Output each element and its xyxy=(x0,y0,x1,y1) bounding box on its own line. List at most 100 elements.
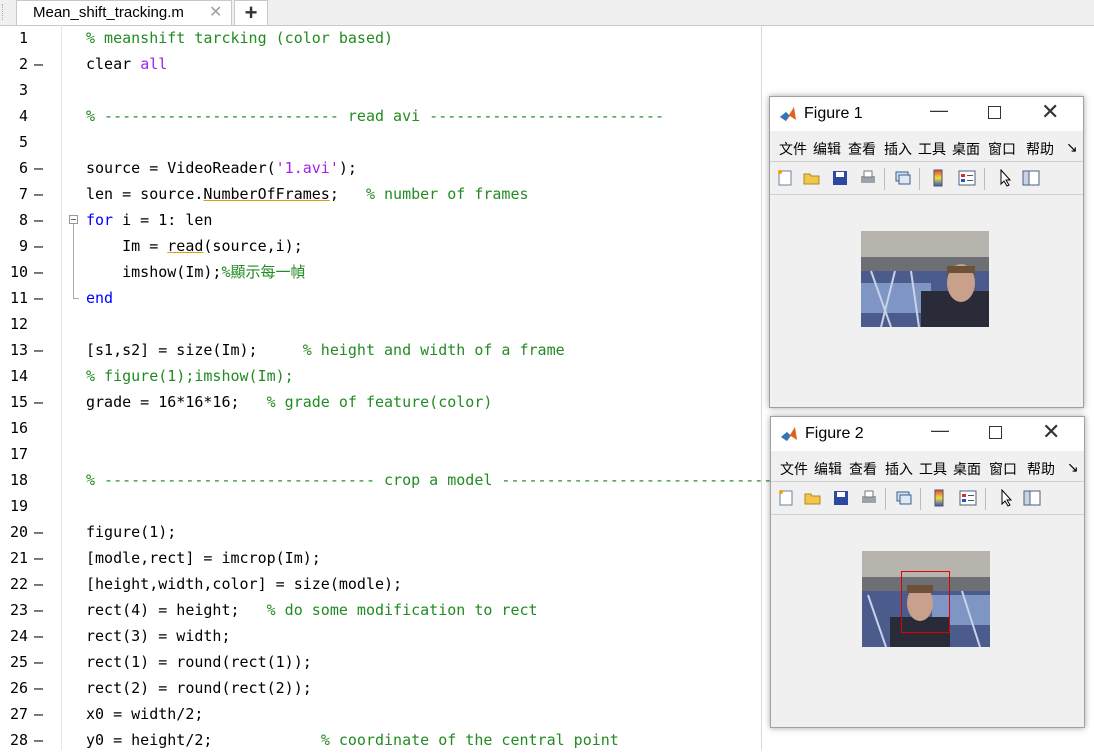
new-figure-icon[interactable] xyxy=(777,489,795,507)
breakpoint-marker[interactable]: — xyxy=(34,207,43,233)
code-text[interactable]: for i = 1: len xyxy=(86,207,212,233)
pointer-icon[interactable] xyxy=(997,489,1015,507)
breakpoint-marker[interactable]: — xyxy=(34,571,43,597)
maximize-icon[interactable] xyxy=(988,106,1001,119)
menu-help[interactable]: 帮助 xyxy=(1026,139,1054,159)
menu-desktop[interactable]: 桌面 xyxy=(953,459,981,479)
menu-view[interactable]: 查看 xyxy=(848,139,876,159)
property-editor-icon[interactable] xyxy=(1022,169,1040,187)
colorbar-icon[interactable] xyxy=(930,489,948,507)
figure-2-axes-area[interactable] xyxy=(771,515,1084,727)
breakpoint-marker[interactable]: — xyxy=(34,675,43,701)
code-token: [modle,rect] = imcrop(Im); xyxy=(86,549,321,567)
tab-close-icon[interactable]: ✕ xyxy=(209,2,222,22)
menu-edit[interactable]: 编辑 xyxy=(814,459,842,479)
code-text[interactable]: len = source.NumberOfFrames; % number of… xyxy=(86,181,529,207)
menu-edit[interactable]: 编辑 xyxy=(813,139,841,159)
code-text[interactable]: % ------------------------------ crop a … xyxy=(86,467,772,493)
code-text[interactable]: source = VideoReader('1.avi'); xyxy=(86,155,357,181)
breakpoint-marker[interactable]: — xyxy=(34,649,43,675)
code-fold-toggle-icon[interactable] xyxy=(69,215,78,224)
code-token: [s1,s2] = size(Im); xyxy=(86,341,303,359)
code-text[interactable]: y0 = height/2; % coordinate of the centr… xyxy=(86,727,619,753)
breakpoint-marker[interactable]: — xyxy=(34,623,43,649)
code-text[interactable]: grade = 16*16*16; % grade of feature(col… xyxy=(86,389,492,415)
tab-scroll-handle[interactable] xyxy=(2,4,7,20)
code-text[interactable]: end xyxy=(86,285,113,311)
open-file-icon[interactable] xyxy=(803,169,821,187)
code-text[interactable]: [height,width,color] = size(modle); xyxy=(86,571,402,597)
code-text[interactable]: figure(1); xyxy=(86,519,176,545)
code-line[interactable]: 1 % meanshift tarcking (color based) xyxy=(0,25,1094,51)
new-tab-button[interactable]: + xyxy=(234,0,268,25)
menu-help[interactable]: 帮助 xyxy=(1027,459,1055,479)
code-text[interactable]: rect(2) = round(rect(2)); xyxy=(86,675,312,701)
menu-insert[interactable]: 插入 xyxy=(884,139,912,159)
breakpoint-marker[interactable]: — xyxy=(34,519,43,545)
print-icon[interactable] xyxy=(859,169,877,187)
legend-icon[interactable] xyxy=(958,169,976,187)
save-icon[interactable] xyxy=(831,169,849,187)
close-icon[interactable]: ✕ xyxy=(1042,419,1060,445)
figure-1-axes-area[interactable] xyxy=(770,195,1083,407)
breakpoint-marker[interactable]: — xyxy=(34,701,43,727)
save-icon[interactable] xyxy=(832,489,850,507)
menu-window[interactable]: 窗口 xyxy=(988,139,1016,159)
breakpoint-marker[interactable]: — xyxy=(34,727,43,753)
code-text[interactable]: % -------------------------- read avi --… xyxy=(86,103,664,129)
code-text[interactable]: % figure(1);imshow(Im); xyxy=(86,363,294,389)
code-text[interactable]: imshow(Im);%顯示每一幀 xyxy=(86,259,305,285)
breakpoint-marker[interactable]: — xyxy=(34,233,43,259)
code-text[interactable]: rect(3) = width; xyxy=(86,623,231,649)
tracking-rectangle xyxy=(901,571,950,633)
code-text[interactable]: rect(4) = height; % do some modification… xyxy=(86,597,538,623)
breakpoint-marker[interactable]: — xyxy=(34,285,43,311)
breakpoint-marker[interactable]: — xyxy=(34,259,43,285)
code-text[interactable]: x0 = width/2; xyxy=(86,701,203,727)
minimize-icon[interactable]: — xyxy=(931,420,949,441)
code-text[interactable]: Im = read(source,i); xyxy=(86,233,303,259)
figure-1-window[interactable]: Figure 1 — ✕ 文件 编辑 查看 插入 工具 桌面 窗口 帮助 ↘ xyxy=(769,96,1084,408)
menu-desktop[interactable]: 桌面 xyxy=(952,139,980,159)
figure-1-title-bar[interactable]: Figure 1 — ✕ xyxy=(770,97,1083,131)
breakpoint-marker[interactable]: — xyxy=(34,181,43,207)
breakpoint-marker[interactable]: — xyxy=(34,51,43,77)
open-file-icon[interactable] xyxy=(804,489,822,507)
menu-overflow-icon[interactable]: ↘ xyxy=(1066,139,1078,156)
breakpoint-marker[interactable]: — xyxy=(34,155,43,181)
code-text[interactable]: rect(1) = round(rect(1)); xyxy=(86,649,312,675)
breakpoint-marker[interactable]: — xyxy=(34,597,43,623)
menu-view[interactable]: 查看 xyxy=(849,459,877,479)
menu-file[interactable]: 文件 xyxy=(779,139,807,159)
breakpoint-marker[interactable]: — xyxy=(34,545,43,571)
menu-insert[interactable]: 插入 xyxy=(885,459,913,479)
minimize-icon[interactable]: — xyxy=(930,100,948,121)
menu-tools[interactable]: 工具 xyxy=(918,139,946,159)
close-icon[interactable]: ✕ xyxy=(1041,99,1059,125)
tab-mean-shift-tracking[interactable]: Mean_shift_tracking.m ✕ xyxy=(16,0,232,25)
figure-2-title-bar[interactable]: Figure 2 — ✕ xyxy=(771,417,1084,451)
property-editor-icon[interactable] xyxy=(1023,489,1041,507)
code-text[interactable]: % meanshift tarcking (color based) xyxy=(86,25,393,51)
colorbar-icon[interactable] xyxy=(929,169,947,187)
print-icon[interactable] xyxy=(860,489,878,507)
menu-file[interactable]: 文件 xyxy=(780,459,808,479)
menu-overflow-icon[interactable]: ↘ xyxy=(1067,459,1079,476)
code-line[interactable]: 2 — clear all xyxy=(0,51,1094,77)
maximize-icon[interactable] xyxy=(989,426,1002,439)
menu-tools[interactable]: 工具 xyxy=(919,459,947,479)
code-text[interactable]: [s1,s2] = size(Im); % height and width o… xyxy=(86,337,565,363)
code-text[interactable]: clear all xyxy=(86,51,167,77)
code-line[interactable]: 28 — y0 = height/2; % coordinate of the ce… xyxy=(0,727,1094,753)
pointer-icon[interactable] xyxy=(996,169,1014,187)
legend-icon[interactable] xyxy=(959,489,977,507)
code-text[interactable]: [modle,rect] = imcrop(Im); xyxy=(86,545,321,571)
breakpoint-marker[interactable]: — xyxy=(34,389,43,415)
link-plot-icon[interactable] xyxy=(894,169,912,187)
new-figure-icon[interactable] xyxy=(776,169,794,187)
line-number: 24 xyxy=(9,627,28,645)
figure-2-window[interactable]: Figure 2 — ✕ 文件 编辑 查看 插入 工具 桌面 窗口 帮助 ↘ xyxy=(770,416,1085,728)
link-plot-icon[interactable] xyxy=(895,489,913,507)
breakpoint-marker[interactable]: — xyxy=(34,337,43,363)
menu-window[interactable]: 窗口 xyxy=(989,459,1017,479)
